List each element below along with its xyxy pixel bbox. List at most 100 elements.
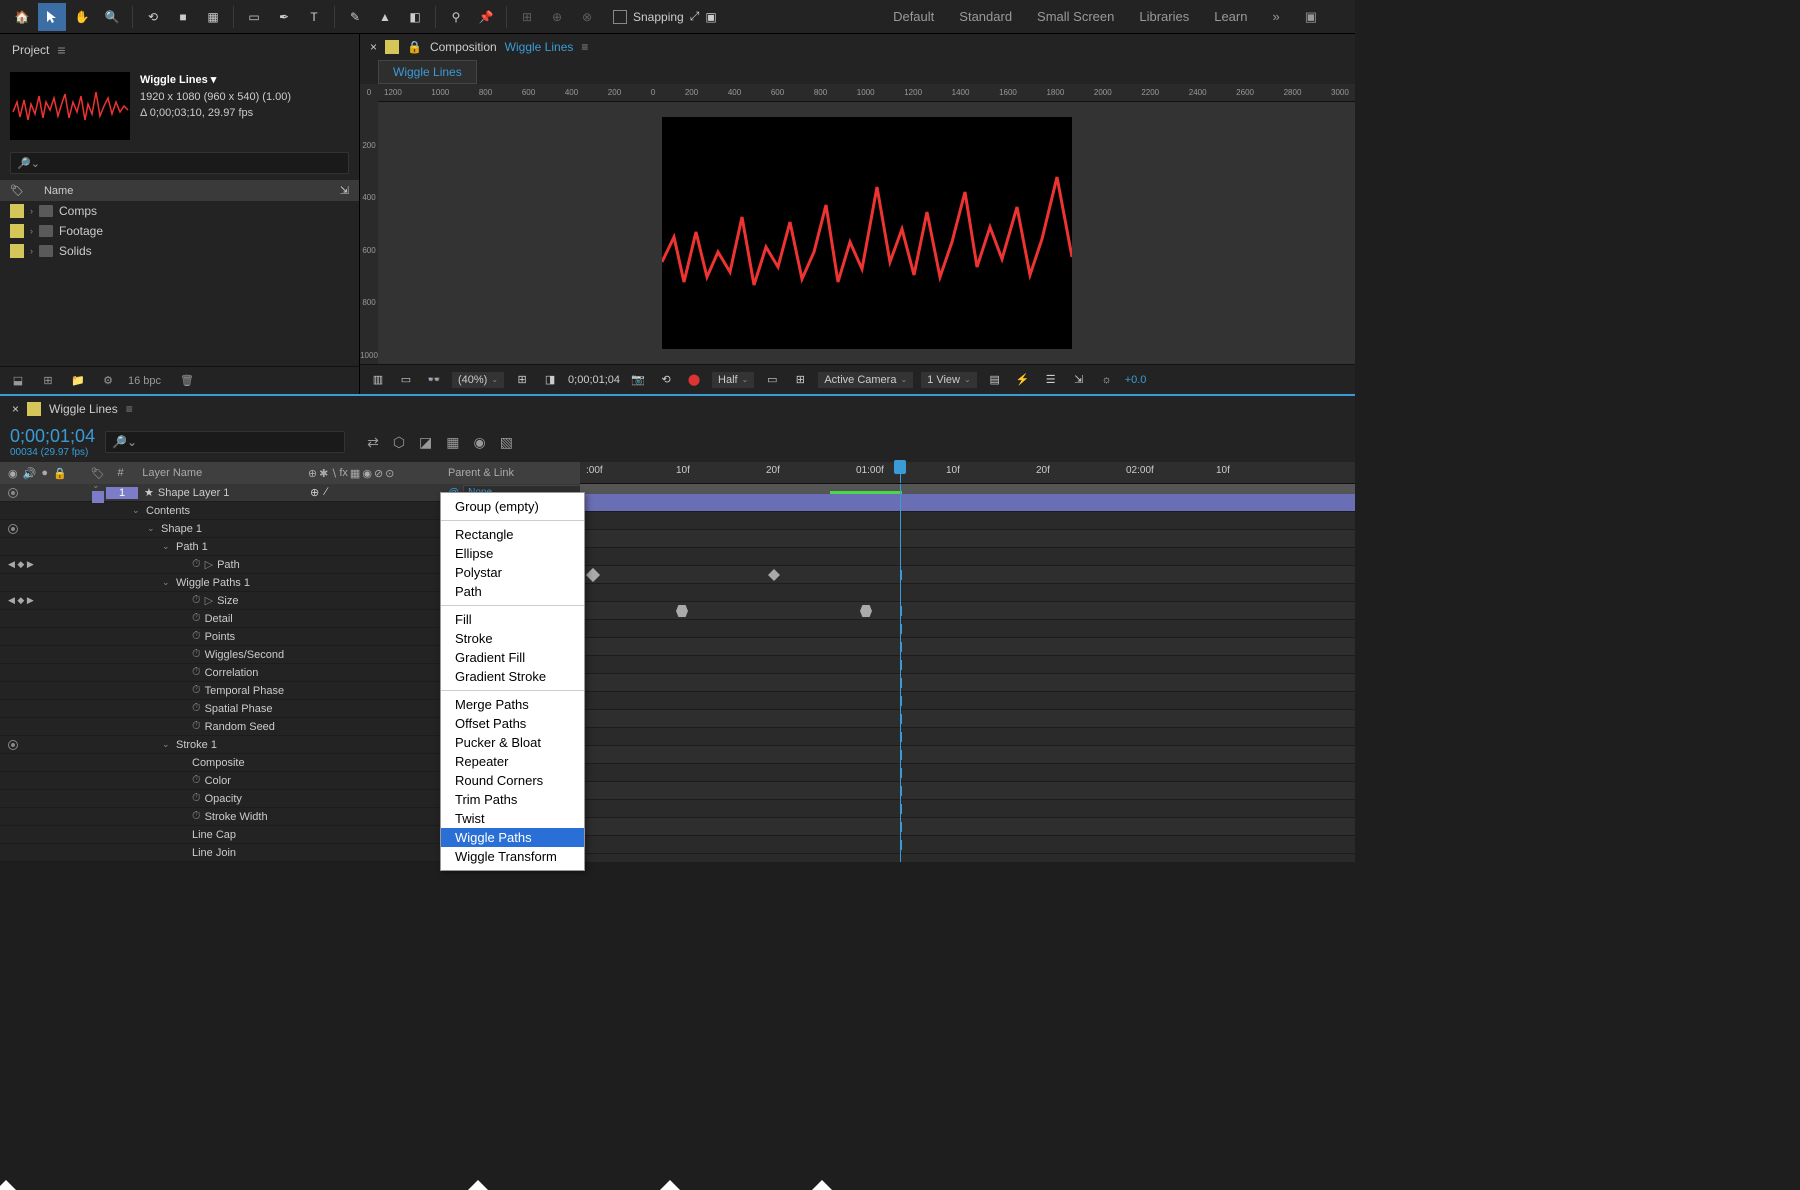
comp-mini-icon[interactable]: ⇄ — [367, 434, 379, 451]
menu-item[interactable]: Round Corners — [441, 771, 584, 790]
stopwatch-icon[interactable]: ⏱ — [192, 810, 201, 823]
flow-tab[interactable]: Wiggle Lines — [378, 60, 477, 84]
viewer-comp-name[interactable]: Wiggle Lines — [505, 40, 574, 54]
snapshot-icon[interactable]: 📷 — [628, 370, 648, 390]
local-axis-icon[interactable]: ⊞ — [513, 3, 541, 31]
project-item[interactable]: ›Footage — [0, 221, 359, 241]
snap-bbox-icon[interactable]: ▣ — [705, 10, 716, 24]
stopwatch-icon[interactable]: ⏱ — [192, 558, 201, 571]
hand-tool-icon[interactable]: ✋ — [68, 3, 96, 31]
keyframe-ease-icon[interactable] — [860, 605, 872, 617]
exposure-value[interactable]: +0.0 — [1125, 374, 1147, 386]
num-column[interactable]: # — [105, 467, 137, 479]
menu-item[interactable]: Rectangle — [441, 525, 584, 544]
close-tab-icon[interactable]: × — [370, 40, 377, 54]
menu-item[interactable]: Path — [441, 582, 584, 601]
zoom-tool-icon[interactable]: 🔍 — [98, 3, 126, 31]
world-axis-icon[interactable]: ⊕ — [543, 3, 571, 31]
flowchart-icon[interactable]: ⇲ — [340, 184, 349, 197]
layer-name-column[interactable]: Layer Name — [136, 467, 304, 479]
stopwatch-icon[interactable]: ⏱ — [192, 612, 201, 625]
playhead-icon[interactable] — [894, 460, 906, 474]
project-item[interactable]: ›Solids — [0, 241, 359, 261]
label-col-icon[interactable]: 🏷 — [91, 468, 105, 480]
views-dropdown[interactable]: 1 View⌄ — [921, 372, 977, 388]
clone-stamp-icon[interactable]: ▲ — [371, 3, 399, 31]
channels-icon[interactable]: ⬤ — [684, 370, 704, 390]
keyframe-ease-icon[interactable] — [768, 569, 780, 581]
stopwatch-icon[interactable]: ⏱ — [192, 792, 201, 805]
workspace-libraries[interactable]: Libraries — [1139, 9, 1189, 25]
new-comp-icon[interactable]: ⊞ — [38, 371, 58, 391]
draft3d-icon[interactable]: ⬡ — [393, 434, 405, 451]
composition-view[interactable] — [662, 117, 1072, 349]
menu-item[interactable]: Ellipse — [441, 544, 584, 563]
menu-item[interactable]: Wiggle Paths — [441, 828, 584, 847]
menu-item[interactable]: Gradient Stroke — [441, 667, 584, 686]
panel-menu-icon[interactable]: ≡ — [581, 40, 588, 54]
grid-icon[interactable]: ⊞ — [790, 370, 810, 390]
panel-menu-icon[interactable]: ≡ — [57, 42, 65, 58]
flowchart-icon[interactable]: ⇲ — [1069, 370, 1089, 390]
audio-col-icon[interactable]: 🔊 — [23, 467, 37, 480]
fast-preview-icon[interactable]: ⚡ — [1013, 370, 1033, 390]
transparency-grid-icon[interactable]: ◨ — [540, 370, 560, 390]
camera-dropdown[interactable]: Active Camera⌄ — [818, 372, 913, 388]
stopwatch-icon[interactable]: ⏱ — [192, 702, 201, 715]
stopwatch-icon[interactable]: ⏱ — [192, 720, 201, 733]
interpret-icon[interactable]: ⬓ — [8, 371, 28, 391]
alpha-icon[interactable]: ▥ — [368, 370, 388, 390]
menu-item[interactable]: Offset Paths — [441, 714, 584, 733]
mask-icon[interactable]: 👓 — [424, 370, 444, 390]
lock-icon[interactable]: 🔒 — [407, 40, 422, 54]
frame-blend-icon[interactable]: ▦ — [446, 434, 459, 451]
menu-item[interactable]: Fill — [441, 610, 584, 629]
bpc-toggle[interactable]: 16 bpc — [128, 375, 161, 387]
menu-item[interactable]: Stroke — [441, 629, 584, 648]
solo-col-icon[interactable]: ● — [41, 467, 48, 479]
timeline-icon[interactable]: ☰ — [1041, 370, 1061, 390]
workspace-default[interactable]: Default — [893, 9, 934, 25]
roi-icon[interactable]: ▭ — [762, 370, 782, 390]
panel-menu-icon[interactable]: ≡ — [126, 402, 133, 416]
timeline-tab[interactable]: Wiggle Lines — [49, 402, 118, 416]
expression-icon[interactable]: ▷ — [205, 594, 213, 607]
stopwatch-icon[interactable]: ⏱ — [192, 774, 201, 787]
reset-exposure-icon[interactable]: ☼ — [1097, 370, 1117, 390]
graph-editor-icon[interactable]: ▧ — [500, 434, 513, 451]
layer-bar[interactable] — [580, 494, 1355, 512]
stopwatch-icon[interactable]: ⏱ — [192, 594, 201, 607]
close-tab-icon[interactable]: × — [12, 402, 19, 416]
stopwatch-icon[interactable]: ⏱ — [192, 666, 201, 679]
expression-icon[interactable]: ▷ — [205, 558, 213, 571]
viewer-timecode[interactable]: 0;00;01;04 — [568, 374, 620, 386]
eye-icon[interactable] — [8, 524, 18, 534]
stopwatch-icon[interactable]: ⏱ — [192, 630, 201, 643]
settings-icon[interactable]: ⚙ — [98, 371, 118, 391]
menu-item[interactable]: Twist — [441, 809, 584, 828]
parent-column[interactable]: Parent & Link — [442, 467, 580, 479]
menu-item[interactable]: Wiggle Transform — [441, 847, 584, 866]
motion-blur-icon[interactable]: ◉ — [474, 434, 486, 451]
timeline-timecode[interactable]: 0;00;01;04 — [10, 426, 95, 447]
menu-item[interactable]: Polystar — [441, 563, 584, 582]
menu-item[interactable]: Group (empty) — [441, 497, 584, 516]
pan-behind-icon[interactable]: ▦ — [199, 3, 227, 31]
orbit-icon[interactable]: ⟲ — [139, 3, 167, 31]
selection-tool-icon[interactable] — [38, 3, 66, 31]
workspace-small[interactable]: Small Screen — [1037, 9, 1114, 25]
keyframe-nav[interactable]: ◀ ◆ ▶ — [8, 595, 34, 606]
eraser-tool-icon[interactable]: ◧ — [401, 3, 429, 31]
eye-icon[interactable] — [8, 740, 18, 750]
roto-brush-icon[interactable]: ⚲ — [442, 3, 470, 31]
menu-item[interactable]: Pucker & Bloat — [441, 733, 584, 752]
tag-icon[interactable]: 🏷 — [10, 184, 24, 197]
workspace-search-icon[interactable]: ▣ — [1305, 9, 1317, 25]
show-snapshot-icon[interactable]: ⟲ — [656, 370, 676, 390]
workspace-standard[interactable]: Standard — [959, 9, 1012, 25]
type-tool-icon[interactable]: T — [300, 3, 328, 31]
rectangle-tool-icon[interactable]: ▭ — [240, 3, 268, 31]
project-search-input[interactable]: 🔎⌄ — [10, 152, 349, 174]
brush-tool-icon[interactable]: ✎ — [341, 3, 369, 31]
project-tab[interactable]: Project — [12, 43, 49, 57]
